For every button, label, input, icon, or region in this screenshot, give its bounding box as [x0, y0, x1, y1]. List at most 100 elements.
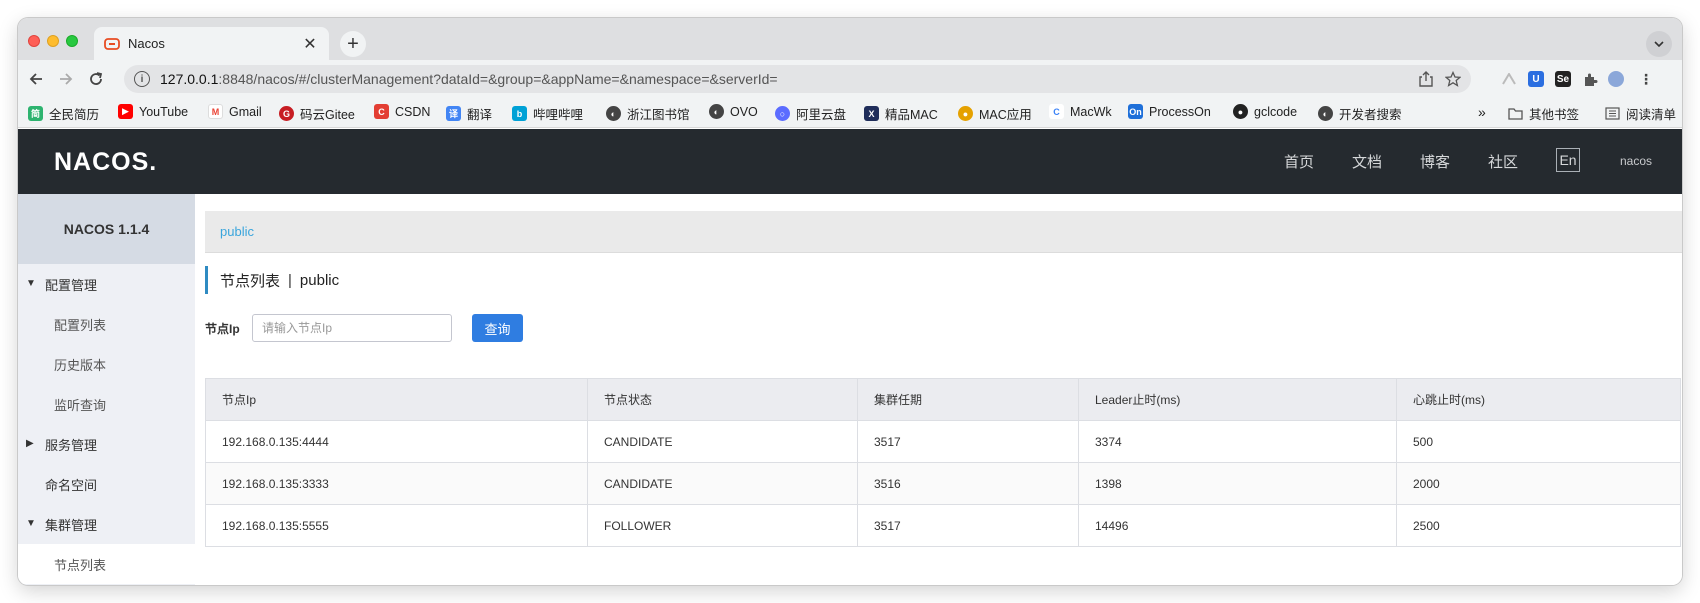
- github-icon: ●: [1233, 104, 1248, 119]
- profile-avatar-icon[interactable]: [1608, 71, 1624, 87]
- close-window-button[interactable]: [28, 35, 40, 47]
- query-button[interactable]: 查询: [472, 314, 523, 342]
- gitee-icon: G: [279, 106, 294, 121]
- nav-community[interactable]: 社区: [1488, 151, 1518, 172]
- reload-button[interactable]: [84, 67, 108, 91]
- bookmark-folder[interactable]: 其他书签: [1508, 104, 1579, 123]
- translate-icon: 译: [446, 106, 461, 121]
- language-switch-button[interactable]: En: [1556, 148, 1580, 172]
- node-state-cell: CANDIDATE: [587, 420, 858, 463]
- sidebar-group-config[interactable]: ▼ 配置管理: [18, 264, 195, 304]
- sidebar-item-namespace[interactable]: 命名空间: [18, 464, 195, 504]
- heartbeat-due-cell: 2000: [1396, 462, 1681, 505]
- column-header[interactable]: 节点Ip: [205, 378, 588, 421]
- csdn-icon: C: [374, 104, 389, 119]
- nacos-logo[interactable]: NACOS.: [54, 148, 157, 177]
- bilibili-icon: b: [512, 106, 527, 121]
- bookmark-item[interactable]: 简全民简历: [28, 104, 99, 123]
- sidebar-item-listener-query[interactable]: 监听查询: [18, 384, 195, 424]
- sidebar-item-history[interactable]: 历史版本: [18, 344, 195, 384]
- browser-tab[interactable]: Nacos ✕: [94, 27, 329, 60]
- arrow-left-icon: [29, 73, 42, 85]
- node-ip-label: 节点Ip: [205, 321, 240, 336]
- bookmark-item[interactable]: b 哔哩哔哩: [512, 104, 583, 123]
- url-text: 127.0.0.1:8848/nacos/#/clusterManagement…: [160, 71, 778, 87]
- nav-home[interactable]: 首页: [1284, 151, 1314, 172]
- globe-icon: ◐: [1318, 106, 1333, 121]
- version-label: NACOS 1.1.4: [18, 194, 195, 264]
- share-icon[interactable]: [1419, 71, 1433, 90]
- processon-icon: On: [1128, 104, 1143, 119]
- address-bar[interactable]: i 127.0.0.1:8848/nacos/#/clusterManageme…: [124, 65, 1471, 93]
- pineapple-icon: ●: [958, 106, 973, 121]
- site-info-icon[interactable]: i: [134, 71, 150, 87]
- page-title: 节点列表 | public: [205, 266, 339, 294]
- table-row[interactable]: 192.168.0.135:3333 CANDIDATE 3516 1398 2…: [205, 462, 1681, 505]
- bookmark-item[interactable]: M Gmail: [208, 104, 262, 119]
- extension-u-icon[interactable]: U: [1528, 71, 1544, 87]
- bookmark-item[interactable]: C MacWk: [1049, 104, 1112, 119]
- bookmark-item[interactable]: 译翻译: [446, 104, 492, 123]
- cluster-term-cell: 3517: [857, 420, 1079, 463]
- nacos-icon: [104, 37, 120, 51]
- table-row[interactable]: 192.168.0.135:4444 CANDIDATE 3517 3374 5…: [205, 420, 1681, 463]
- user-name[interactable]: nacos: [1620, 154, 1652, 168]
- nav-blog[interactable]: 博客: [1420, 151, 1450, 172]
- back-button[interactable]: [24, 67, 48, 91]
- namespace-link-public[interactable]: public: [220, 224, 254, 239]
- bookmark-item[interactable]: X 精品MAC: [864, 104, 938, 123]
- bookmark-star-icon[interactable]: [1444, 70, 1462, 90]
- column-header[interactable]: 心跳止时(ms): [1396, 378, 1681, 421]
- extensions-puzzle-icon[interactable]: [1582, 71, 1598, 87]
- table-row[interactable]: 192.168.0.135:5555 FOLLOWER 3517 14496 2…: [205, 504, 1681, 547]
- bookmarks-overflow-button[interactable]: »: [1478, 104, 1486, 120]
- app-header: NACOS. 首页 文档 博客 社区 En nacos: [18, 129, 1682, 194]
- nav-docs[interactable]: 文档: [1352, 151, 1382, 172]
- node-state-cell: CANDIDATE: [587, 462, 858, 505]
- macwk-icon: C: [1049, 104, 1064, 119]
- x-icon: X: [864, 106, 879, 121]
- zoom-window-button[interactable]: [66, 35, 78, 47]
- bookmark-item[interactable]: C CSDN: [374, 104, 430, 119]
- sidebar: NACOS 1.1.4 ▼ 配置管理 配置列表 历史版本 监听查询 ▶ 服务管理…: [18, 194, 195, 585]
- node-ip-cell: 192.168.0.135:3333: [205, 462, 588, 505]
- bookmark-item[interactable]: ◐ 开发者搜索: [1318, 104, 1402, 123]
- minimize-window-button[interactable]: [47, 35, 59, 47]
- bookmark-item[interactable]: ○ 阿里云盘: [775, 104, 846, 123]
- bookmark-item[interactable]: ◐ 浙江图书馆: [606, 104, 690, 123]
- sidebar-item-node-list[interactable]: 节点列表: [18, 544, 195, 584]
- bookmark-item[interactable]: On ProcessOn: [1128, 104, 1211, 119]
- tab-title: Nacos: [128, 36, 165, 51]
- leader-due-cell: 1398: [1078, 462, 1397, 505]
- forward-button[interactable]: [54, 67, 78, 91]
- sidebar-group-cluster[interactable]: ▼ 集群管理: [18, 504, 195, 544]
- close-tab-icon[interactable]: ✕: [301, 34, 319, 54]
- bookmark-item[interactable]: G 码云Gitee: [279, 104, 355, 123]
- namespace-bar: public: [205, 211, 1682, 253]
- tab-search-button[interactable]: [1646, 31, 1672, 57]
- cluster-term-cell: 3517: [857, 504, 1079, 547]
- search-form: 节点Ip 查询: [205, 314, 523, 342]
- arrow-right-icon: [60, 73, 73, 85]
- folder-icon: [1508, 106, 1523, 121]
- new-tab-button[interactable]: +: [340, 31, 366, 57]
- extension-se-icon[interactable]: Se: [1555, 71, 1571, 87]
- bookmark-item[interactable]: ▶ YouTube: [118, 104, 188, 119]
- column-header[interactable]: 集群任期: [857, 378, 1079, 421]
- bookmark-item[interactable]: ● MAC应用: [958, 104, 1032, 123]
- sidebar-item-config-list[interactable]: 配置列表: [18, 304, 195, 344]
- chevron-down-icon: [1654, 41, 1664, 47]
- bookmark-item[interactable]: ● gclcode: [1233, 104, 1297, 119]
- column-header[interactable]: 节点状态: [587, 378, 858, 421]
- sidebar-group-service[interactable]: ▶ 服务管理: [18, 424, 195, 464]
- node-ip-input[interactable]: [252, 314, 452, 342]
- gmail-icon: M: [208, 104, 223, 119]
- more-menu-icon[interactable]: ⋮: [1638, 71, 1654, 87]
- extension-a-icon[interactable]: [1501, 71, 1517, 87]
- column-header[interactable]: Leader止时(ms): [1078, 378, 1397, 421]
- caret-down-icon: ▼: [26, 518, 36, 529]
- node-ip-cell: 192.168.0.135:5555: [205, 504, 588, 547]
- tab-strip: Nacos ✕ +: [18, 18, 1682, 60]
- bookmark-item[interactable]: ◐ OVO: [709, 104, 758, 119]
- reading-list-button[interactable]: 阅读清单: [1605, 104, 1676, 123]
